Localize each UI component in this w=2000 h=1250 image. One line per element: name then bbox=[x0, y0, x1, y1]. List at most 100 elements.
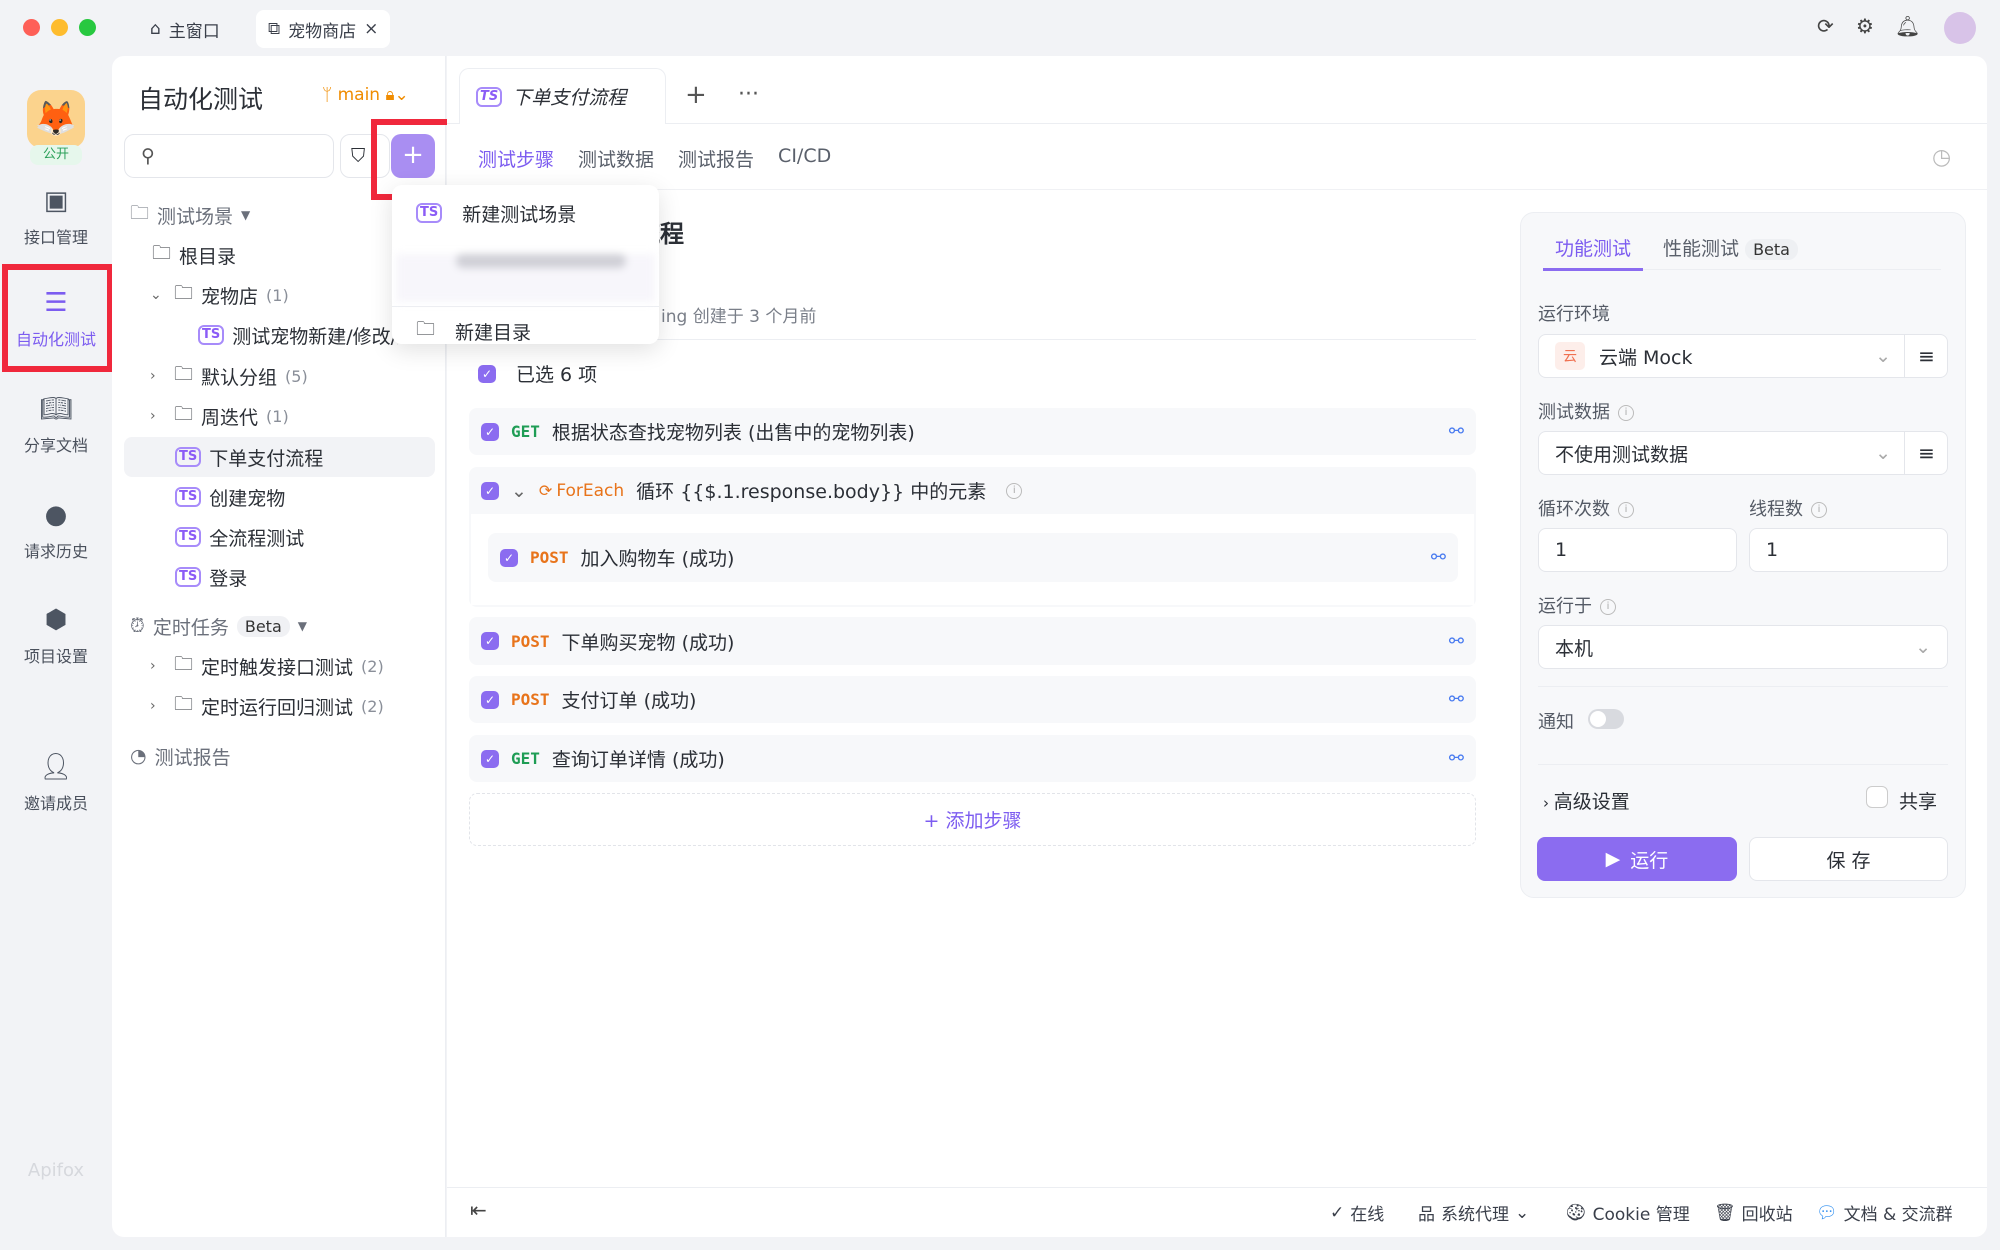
subtab-steps[interactable]: 测试步骤 bbox=[478, 145, 554, 172]
chevron-down-icon[interactable]: ⌄ bbox=[511, 480, 527, 502]
menu-icon: ≡ bbox=[1918, 344, 1935, 368]
checkbox-checked[interactable]: ✓ bbox=[481, 481, 499, 500]
status-cookie[interactable]: 🍪︎ Cookie 管理 bbox=[1565, 1200, 1690, 1226]
step-row[interactable]: ✓ POST 支付订单 (成功) ⚯ bbox=[469, 676, 1476, 723]
rail-item-api[interactable]: ▣ 接口管理 bbox=[0, 186, 112, 248]
checkbox-checked[interactable]: ✓ bbox=[481, 690, 499, 709]
tree-folder-scheduled[interactable]: › 🗀 定时触发接口测试 (2) bbox=[150, 647, 384, 685]
tree-folder-petstore[interactable]: ⌄ 🗀 宠物店 (1) bbox=[150, 276, 289, 314]
collapse-sidebar-icon[interactable]: ⇤ bbox=[470, 1198, 487, 1222]
rail-item-automation[interactable]: ☰ 自动化测试 bbox=[0, 288, 112, 350]
play-icon: ▶ bbox=[1605, 848, 1621, 870]
tree-item[interactable]: TS 全流程测试 bbox=[175, 518, 304, 556]
step-row[interactable]: ✓ GET 查询订单详情 (成功) ⚯ bbox=[469, 735, 1476, 782]
run-button[interactable]: ▶ 运行 bbox=[1537, 837, 1737, 881]
tab-functional-test[interactable]: 功能测试 bbox=[1543, 234, 1643, 271]
gear-icon[interactable]: ⚙ bbox=[1856, 14, 1874, 38]
subtab-data[interactable]: 测试数据 bbox=[578, 145, 654, 172]
checkbox-checked[interactable]: ✓ bbox=[481, 422, 499, 441]
status-proxy[interactable]: 品系统代理 ⌄ bbox=[1418, 1200, 1529, 1226]
link-icon[interactable]: ⚯ bbox=[1449, 689, 1464, 710]
tab-home[interactable]: ⌂ 主窗口 bbox=[138, 10, 232, 48]
subtab-report[interactable]: 测试报告 bbox=[678, 145, 754, 172]
maximize-window-button[interactable] bbox=[79, 19, 96, 36]
chevron-down-icon: ⌄ bbox=[150, 287, 162, 303]
link-icon[interactable]: ⚯ bbox=[1449, 631, 1464, 652]
tree-folder-scheduled[interactable]: › 🗀 定时运行回归测试 (2) bbox=[150, 687, 384, 725]
status-docs[interactable]: 💬︎ 文档 & 交流群 bbox=[1816, 1200, 1953, 1226]
checkbox-checked[interactable]: ✓ bbox=[478, 364, 496, 383]
rail-item-docs[interactable]: 📖︎ 分享文档 bbox=[0, 394, 112, 456]
tree-item[interactable]: TS测试宠物新建/修改/删除 bbox=[198, 316, 398, 354]
link-icon[interactable]: ⚯ bbox=[1449, 748, 1464, 769]
external-link-icon: ⧉ bbox=[268, 19, 281, 39]
loops-input[interactable]: 1 bbox=[1538, 528, 1737, 572]
loops-label: 循环次数 i bbox=[1538, 495, 1634, 521]
tree-item[interactable]: TS 创建宠物 bbox=[175, 478, 285, 516]
divider bbox=[1538, 686, 1948, 687]
chevron-down-icon: ⌄ bbox=[1875, 442, 1891, 464]
checkbox-checked[interactable]: ✓ bbox=[481, 749, 499, 768]
link-icon[interactable]: ⚯ bbox=[1431, 547, 1446, 568]
info-icon: i bbox=[1006, 482, 1023, 499]
tree-item-active[interactable]: TS 下单支付流程 bbox=[175, 438, 323, 476]
threads-input[interactable]: 1 bbox=[1749, 528, 1948, 572]
step-row[interactable]: ✓ POST 加入购物车 (成功) ⚯ bbox=[488, 533, 1458, 582]
test-data-manage-button[interactable]: ≡ bbox=[1904, 431, 1948, 475]
ts-icon: TS bbox=[175, 567, 202, 587]
run-on-select[interactable]: 本机 ⌄ bbox=[1538, 625, 1948, 669]
ts-icon: TS bbox=[198, 325, 225, 345]
ts-icon: TS bbox=[175, 447, 202, 467]
step-row[interactable]: ✓ GET 根据状态查找宠物列表 (出售中的宠物列表) ⚯ bbox=[469, 408, 1476, 455]
ts-icon: TS bbox=[175, 487, 202, 507]
env-manage-button[interactable]: ≡ bbox=[1904, 334, 1948, 378]
status-online[interactable]: ✓ 在线 bbox=[1330, 1200, 1384, 1226]
tree-reports[interactable]: ◔ 测试报告 bbox=[130, 737, 231, 775]
status-trash[interactable]: 🗑︎ 回收站 bbox=[1714, 1200, 1793, 1226]
notify-toggle[interactable] bbox=[1588, 709, 1624, 729]
tab-performance-test[interactable]: 性能测试 Beta bbox=[1663, 234, 1798, 261]
project-logo[interactable]: 🦊 bbox=[27, 90, 85, 148]
checkbox-checked[interactable]: ✓ bbox=[481, 632, 499, 650]
menu-item-new-folder[interactable]: 🗀 新建目录 bbox=[392, 307, 659, 355]
tree-folder-weekly[interactable]: › 🗀 周迭代 (1) bbox=[150, 397, 289, 435]
close-window-button[interactable] bbox=[23, 19, 40, 36]
step-row[interactable]: ✓ POST 下单购买宠物 (成功) ⚯ bbox=[469, 617, 1476, 665]
tab-petstore[interactable]: ⧉ 宠物商店 × bbox=[256, 10, 391, 48]
tab-active-scenario[interactable]: TS 下单支付流程 bbox=[459, 68, 666, 124]
advanced-settings-toggle[interactable]: › 高级设置 bbox=[1543, 787, 1630, 814]
search-input[interactable]: ⚲ bbox=[124, 134, 334, 178]
menu-item-new-scenario[interactable]: TS 新建测试场景 bbox=[392, 189, 659, 237]
share-checkbox[interactable] bbox=[1866, 786, 1888, 808]
tree-scenarios[interactable]: 🗀 测试场景 ▼ bbox=[130, 196, 250, 234]
history-icon[interactable]: ◷ bbox=[1932, 145, 1951, 170]
tree-root[interactable]: 🗀 根目录 bbox=[152, 236, 236, 274]
checkbox-checked[interactable]: ✓ bbox=[500, 548, 518, 567]
tree-folder-default[interactable]: › 🗀 默认分组 (5) bbox=[150, 357, 308, 395]
minimize-window-button[interactable] bbox=[51, 19, 68, 36]
bell-icon[interactable]: 🔔︎ bbox=[1895, 14, 1920, 38]
more-icon[interactable]: ··· bbox=[738, 82, 759, 107]
close-tab-icon[interactable]: × bbox=[364, 19, 378, 39]
tree-item[interactable]: TS 登录 bbox=[175, 558, 247, 596]
tree-scheduled[interactable]: ⏰︎ 定时任务 Beta ▼ bbox=[130, 607, 307, 645]
save-button[interactable]: 保 存 bbox=[1749, 837, 1948, 881]
add-step-button[interactable]: + 添加步骤 bbox=[469, 793, 1476, 846]
test-data-select[interactable]: 不使用测试数据 ⌄ bbox=[1538, 431, 1948, 475]
link-icon[interactable]: ⚯ bbox=[1449, 421, 1464, 442]
step-row-foreach[interactable]: ✓ ⌄ ⟳ ForEach 循环 {{$.1.response.body}} 中的元素 i bbox=[469, 467, 1476, 514]
env-select[interactable]: 云云端 Mock ⌄ bbox=[1538, 334, 1948, 378]
select-all[interactable]: ✓ 已选 6 项 bbox=[478, 360, 597, 387]
rail-item-settings[interactable]: ⬢ 项目设置 bbox=[0, 605, 112, 667]
new-tab-button[interactable]: + bbox=[685, 80, 707, 110]
avatar[interactable] bbox=[1944, 12, 1976, 44]
divider bbox=[447, 189, 1987, 190]
rail-item-history[interactable]: ● 请求历史 bbox=[0, 500, 112, 562]
rail-item-invite[interactable]: 👤︎ 邀请成员 bbox=[0, 752, 112, 814]
test-data-label: 测试数据 i bbox=[1538, 398, 1634, 424]
branch-selector[interactable]: ᛘ main 🔒︎⌄ bbox=[322, 85, 409, 105]
toggle-knob bbox=[1590, 711, 1606, 727]
add-dropdown-menu: TS 新建测试场景 🗀 新建目录 bbox=[392, 185, 659, 344]
refresh-icon[interactable]: ⟳ bbox=[1817, 14, 1834, 38]
subtab-cicd[interactable]: CI/CD bbox=[778, 145, 831, 172]
